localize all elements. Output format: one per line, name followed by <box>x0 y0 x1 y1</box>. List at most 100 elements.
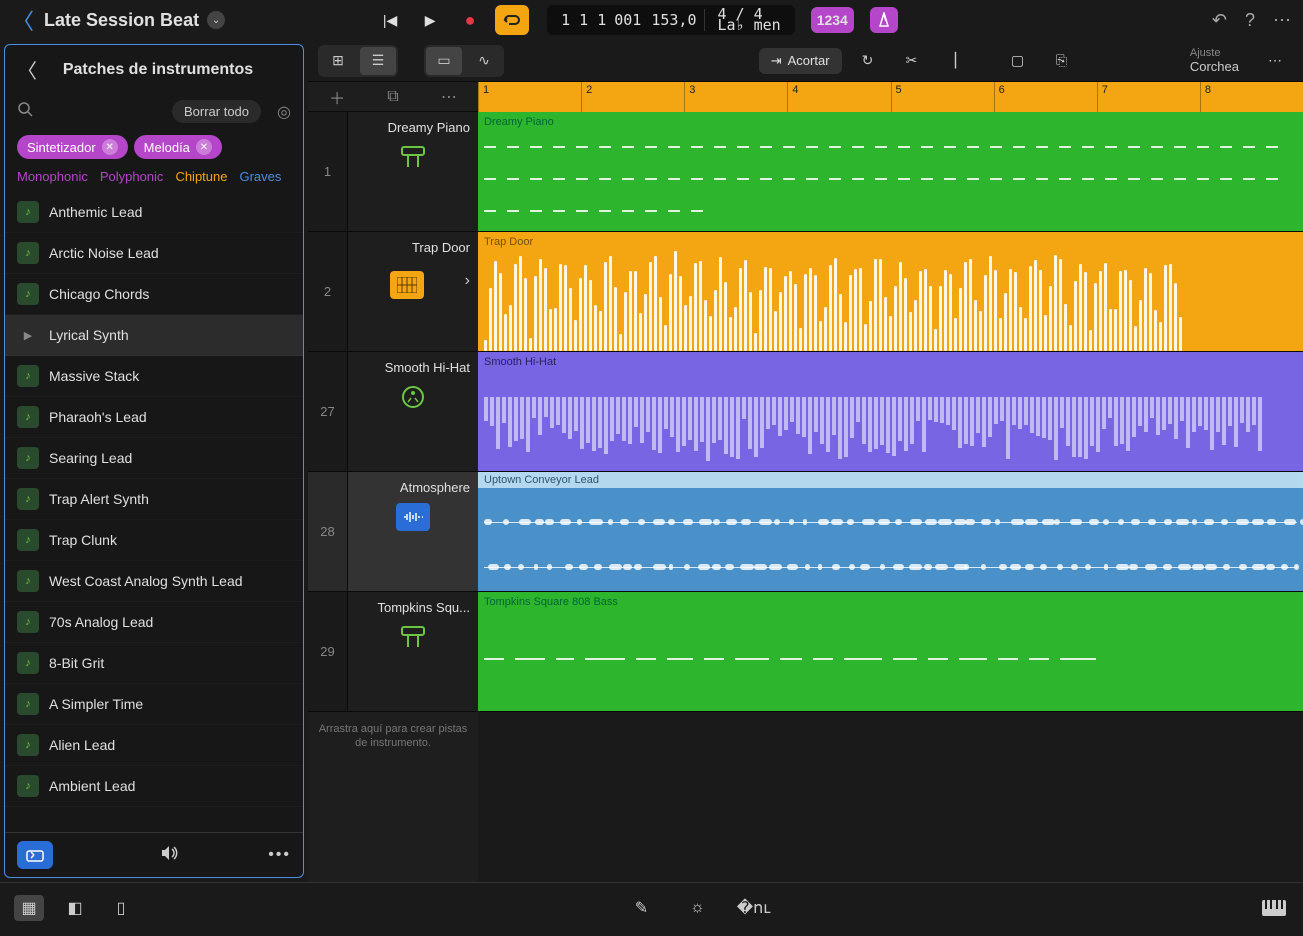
patch-item[interactable]: ♪Massive Stack <box>5 356 303 397</box>
patch-item[interactable]: ♪West Coast Analog Synth Lead <box>5 561 303 602</box>
sidebar-more-button[interactable]: ••• <box>268 846 291 864</box>
undo-icon[interactable]: ↶ <box>1212 10 1227 31</box>
patch-item[interactable]: ♪Trap Clunk <box>5 520 303 561</box>
patch-preset-icon: ♪ <box>17 365 39 387</box>
subtag-graves[interactable]: Graves <box>239 169 281 184</box>
midi-region[interactable]: Trap Door /*filled by js*/ <box>478 232 1303 352</box>
ruler-segment[interactable]: 4 <box>787 82 890 112</box>
track-header[interactable]: 29 Tompkins Squ... <box>308 592 478 712</box>
ruler-segment[interactable]: 1 <box>478 82 581 112</box>
track-name: Trap Door <box>356 240 470 255</box>
ruler-segment[interactable]: 8 <box>1200 82 1303 112</box>
library-folder-button[interactable] <box>17 841 53 869</box>
add-track-button[interactable]: ＋ <box>329 85 345 109</box>
snap-setting[interactable]: Ajuste Corchea <box>1190 47 1239 74</box>
clear-all-button[interactable]: Borrar todo <box>172 100 261 123</box>
hihat-pattern <box>484 397 1297 465</box>
loop-tool-button[interactable]: ↻ <box>850 47 886 75</box>
function-shorten-button[interactable]: ⇥Acortar <box>759 48 842 74</box>
more-icon[interactable]: ⋯ <box>1273 10 1291 31</box>
patch-item-selected[interactable]: ▶Lyrical Synth <box>5 315 303 356</box>
timeline-ruler[interactable]: 1 2 3 4 5 6 7 8 <box>478 82 1303 112</box>
edit-button[interactable]: ✎ <box>627 895 657 921</box>
filter-icon[interactable]: ◎ <box>277 102 291 122</box>
track-header[interactable]: 1 Dreamy Piano <box>308 112 478 232</box>
patch-item[interactable]: ♪Arctic Noise Lead <box>5 233 303 274</box>
midi-region[interactable]: Dreamy Piano <box>478 112 1303 232</box>
ruler-segment[interactable]: 6 <box>994 82 1097 112</box>
sidebar-back-button[interactable]: 〈 <box>17 55 37 84</box>
scissors-tool-button[interactable]: ✂ <box>894 47 930 75</box>
lcd-bars: 1 1 1 <box>561 11 606 29</box>
patch-preset-icon: ♪ <box>17 693 39 715</box>
patch-list[interactable]: ♪Anthemic Lead ♪Arctic Noise Lead ♪Chica… <box>5 192 303 832</box>
track-header[interactable]: 27 Smooth Hi-Hat <box>308 352 478 472</box>
play-button[interactable]: ▶ <box>415 5 445 35</box>
midi-region[interactable]: Smooth Hi-Hat <box>478 352 1303 472</box>
patch-item[interactable]: ♪Chicago Chords <box>5 274 303 315</box>
smart-controls-button[interactable]: ▯ <box>106 895 136 921</box>
track-header-more-button[interactable]: ⋯ <box>441 87 457 107</box>
split-tool-button[interactable]: ⎮ <box>938 47 974 75</box>
toolbar-more-button[interactable]: ⋯ <box>1257 47 1293 75</box>
lcd-display[interactable]: 1 1 1 001 153,0 4 / 4 La♭ men <box>547 5 795 35</box>
expand-track-chevron[interactable]: › <box>465 272 470 290</box>
patch-item[interactable]: ♪Trap Alert Synth <box>5 479 303 520</box>
audio-region[interactable]: Uptown Conveyor Lead <box>478 472 1303 592</box>
grid-view-button[interactable]: ⊞ <box>320 47 356 75</box>
drum-grid-icon <box>390 271 424 299</box>
play-icon[interactable]: ▶ <box>17 324 39 346</box>
settings-button[interactable]: ☼ <box>683 895 713 921</box>
go-to-start-button[interactable]: |◀ <box>375 5 405 35</box>
patch-item[interactable]: ♪Searing Lead <box>5 438 303 479</box>
audio-wave-icon <box>396 503 430 531</box>
mixer-button[interactable]: ◧ <box>60 895 90 921</box>
keyboard-button[interactable] <box>1259 895 1289 921</box>
patch-item[interactable]: ♪8-Bit Grit <box>5 643 303 684</box>
filter-tag-melodia[interactable]: Melodía✕ <box>134 135 222 159</box>
help-icon[interactable]: ? <box>1245 10 1255 31</box>
patch-item[interactable]: ♪A Simpler Time <box>5 684 303 725</box>
search-icon[interactable] <box>17 101 33 122</box>
patch-item[interactable]: ♪Alien Lead <box>5 725 303 766</box>
preview-sound-button[interactable] <box>160 845 178 866</box>
track-header[interactable]: 2 Trap Door › <box>308 232 478 352</box>
track-header-toolbar: ＋ ⧉ ⋯ <box>308 82 478 112</box>
timeline[interactable]: 1 2 3 4 5 6 7 8 Dreamy Piano <box>478 82 1303 882</box>
ruler-segment[interactable]: 7 <box>1097 82 1200 112</box>
count-in-badge[interactable]: 1234 <box>811 7 854 33</box>
main-content: 〈 Patches de instrumentos Borrar todo ◎ … <box>0 40 1303 882</box>
patch-item[interactable]: ♪Anthemic Lead <box>5 192 303 233</box>
view-mode-group: ⊞ ☰ <box>318 45 398 77</box>
ruler-segment[interactable]: 5 <box>891 82 994 112</box>
project-menu-chevron[interactable]: ⌄ <box>207 11 225 29</box>
patch-item[interactable]: ♪Pharaoh's Lead <box>5 397 303 438</box>
midi-region[interactable]: Tompkins Square 808 Bass <box>478 592 1303 712</box>
remove-tag-icon[interactable]: ✕ <box>102 139 118 155</box>
browser-button[interactable]: ▦ <box>14 895 44 921</box>
copy-tool-button[interactable]: ⎘ <box>1044 47 1080 75</box>
region-view-button[interactable]: ▭ <box>426 47 462 75</box>
cycle-button[interactable] <box>495 5 529 35</box>
record-button[interactable]: ● <box>455 5 485 35</box>
back-button[interactable]: 〈 <box>12 4 34 36</box>
subtag-monophonic[interactable]: Monophonic <box>17 169 88 184</box>
automation-view-button[interactable]: ∿ <box>466 47 502 75</box>
sidebar-footer: ••• <box>5 832 303 877</box>
ruler-segment[interactable]: 2 <box>581 82 684 112</box>
list-view-button[interactable]: ☰ <box>360 47 396 75</box>
patch-item[interactable]: ♪Ambient Lead <box>5 766 303 807</box>
subtag-polyphonic[interactable]: Polyphonic <box>100 169 164 184</box>
marquee-tool-button[interactable]: ▢ <box>1000 47 1036 75</box>
metronome-badge[interactable] <box>870 7 898 33</box>
remove-tag-icon[interactable]: ✕ <box>196 139 212 155</box>
filter-tag-sintetizador[interactable]: Sintetizador✕ <box>17 135 128 159</box>
eq-button[interactable]: �ու <box>739 895 769 921</box>
project-title[interactable]: Late Session Beat <box>44 10 199 31</box>
track-stack-button[interactable]: ⧉ <box>387 88 398 106</box>
patch-item[interactable]: ♪70s Analog Lead <box>5 602 303 643</box>
patch-preset-icon: ♪ <box>17 652 39 674</box>
track-header-selected[interactable]: 28 Atmosphere <box>308 472 478 592</box>
ruler-segment[interactable]: 3 <box>684 82 787 112</box>
subtag-chiptune[interactable]: Chiptune <box>175 169 227 184</box>
